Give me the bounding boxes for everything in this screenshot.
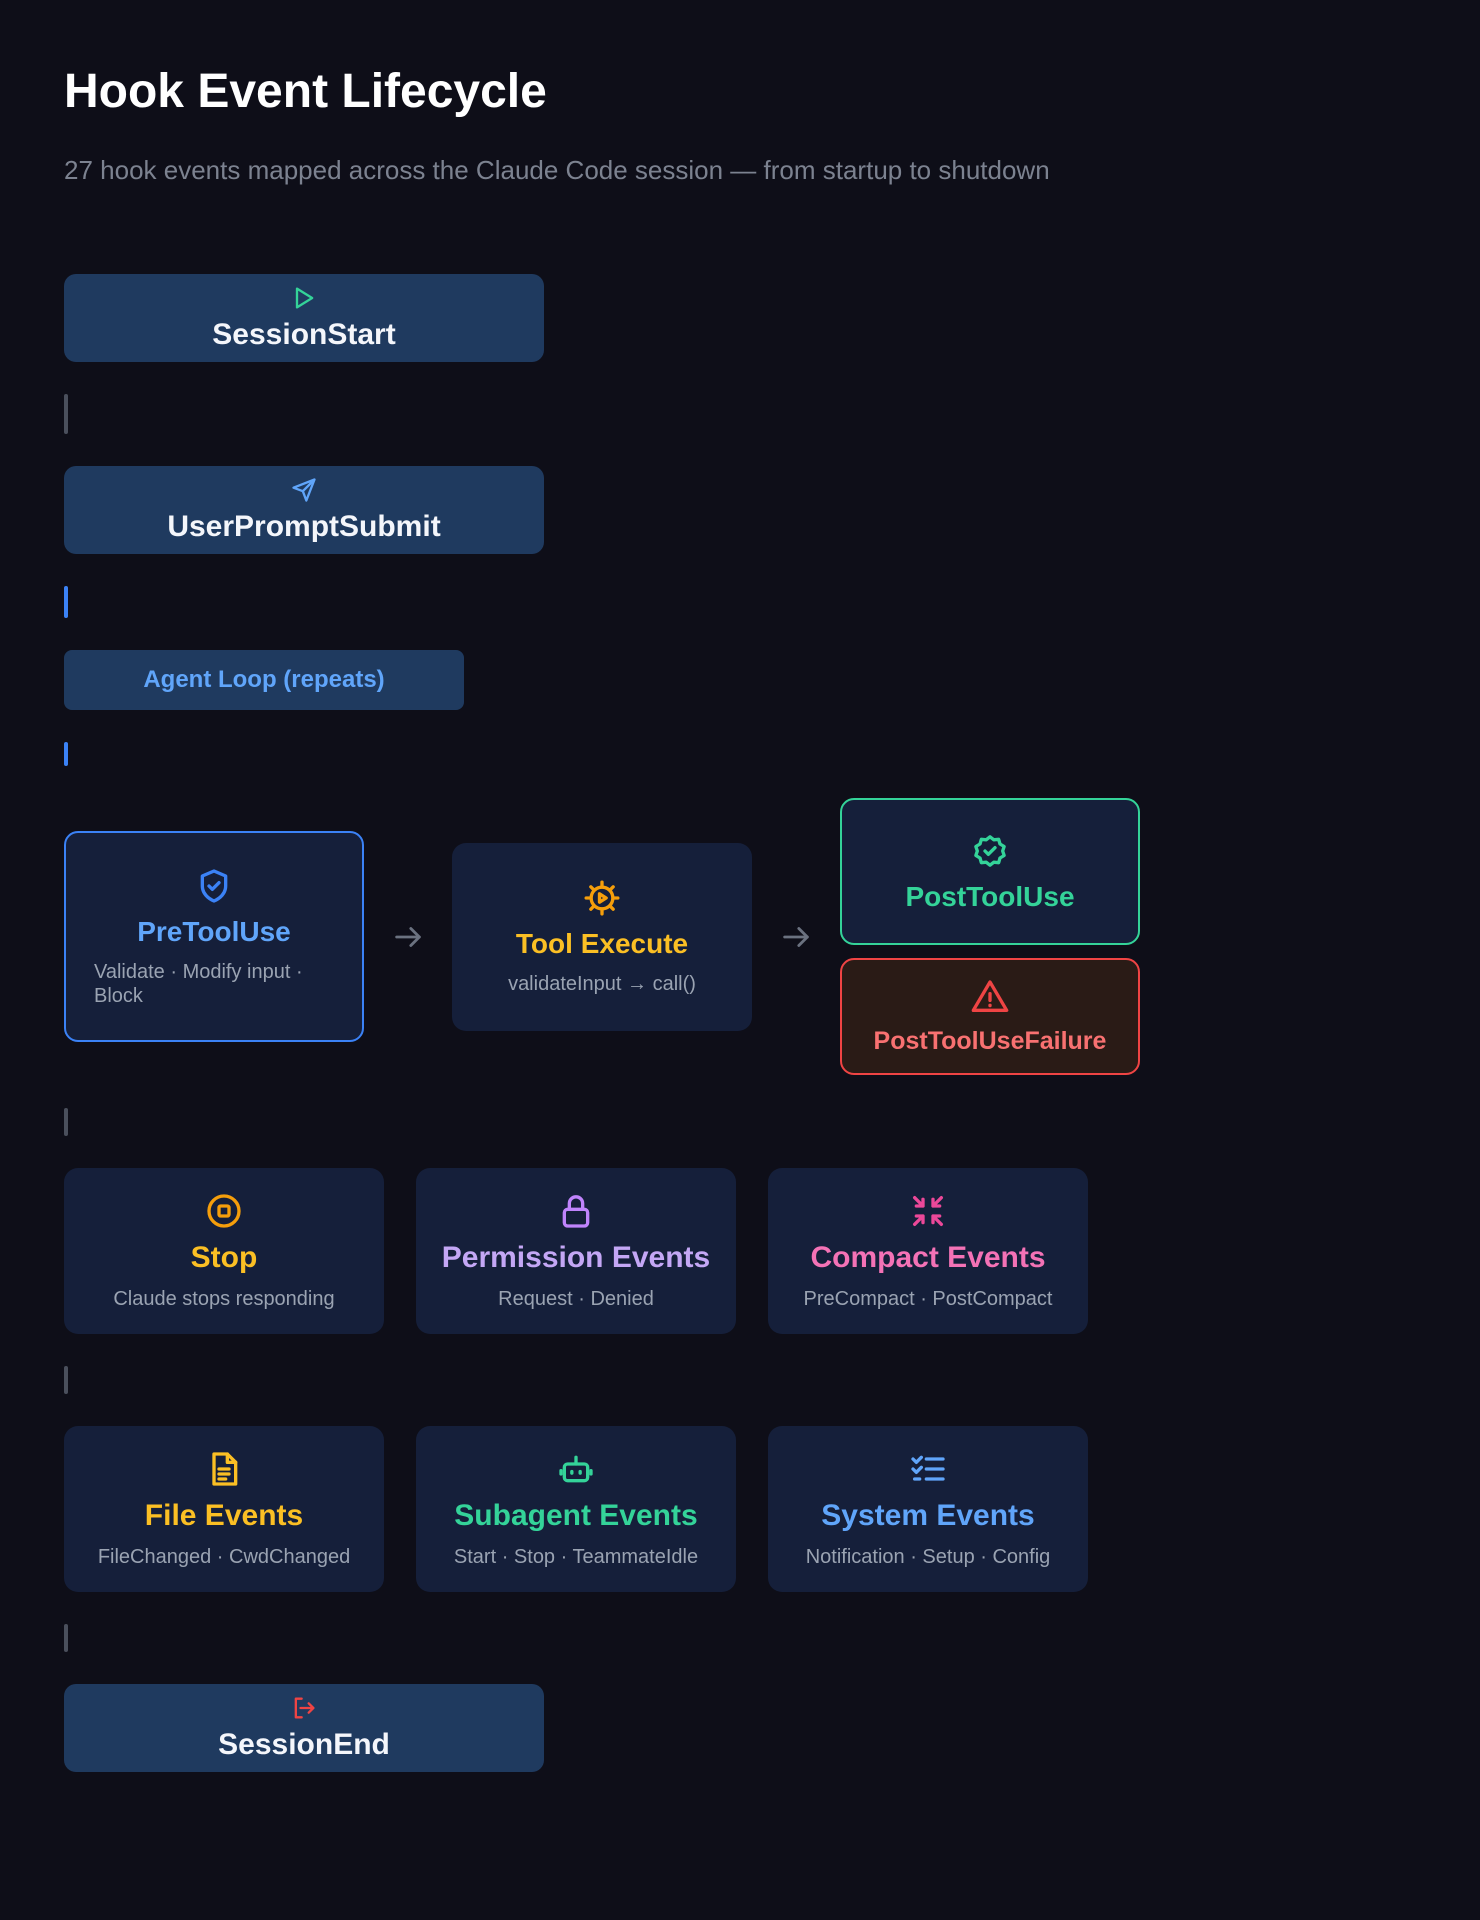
badge-check-icon bbox=[974, 834, 1006, 867]
connector bbox=[64, 1366, 68, 1394]
bot-icon bbox=[559, 1455, 593, 1483]
tool-execute-desc: validateInput → call() bbox=[508, 973, 696, 995]
pre-tool-use-title: PreToolUse bbox=[137, 915, 291, 947]
compress-icon bbox=[913, 1196, 943, 1226]
post-tool-use-card: PostToolUse bbox=[840, 798, 1140, 945]
permission-events-title: Permission Events bbox=[441, 1241, 711, 1274]
session-end-label: SessionEnd bbox=[218, 1728, 390, 1761]
stop-card: Stop Claude stops responding bbox=[64, 1168, 384, 1334]
subagent-events-desc: Start · Stop · TeammateIdle bbox=[453, 1546, 699, 1568]
connector bbox=[64, 742, 68, 766]
file-events-desc: FileChanged · CwdChanged bbox=[97, 1546, 351, 1568]
post-tool-use-title: PostToolUse bbox=[905, 880, 1075, 912]
session-end-node: SessionEnd bbox=[64, 1684, 544, 1772]
permission-events-desc: Request · Denied bbox=[498, 1288, 654, 1310]
post-tool-use-failure-title: PostToolUseFailure bbox=[873, 1027, 1107, 1055]
compact-events-card: Compact Events PreCompact · PostCompact bbox=[768, 1168, 1088, 1334]
system-events-card: System Events Notification · Setup · Con… bbox=[768, 1426, 1088, 1592]
tool-execute-title: Tool Execute bbox=[515, 928, 689, 959]
permission-events-card: Permission Events Request · Denied bbox=[416, 1168, 736, 1334]
arrow-right-icon bbox=[395, 927, 421, 947]
logout-icon bbox=[294, 1697, 315, 1719]
page-subtitle: 27 hook events mapped across the Claude … bbox=[64, 155, 1050, 185]
gear-play-icon bbox=[584, 880, 620, 916]
stop-circle-icon bbox=[207, 1194, 241, 1228]
subagent-events-title: Subagent Events bbox=[454, 1499, 698, 1532]
tool-execute-card: Tool Execute validateInput → call() bbox=[452, 843, 752, 1031]
user-prompt-submit-label: UserPromptSubmit bbox=[167, 510, 441, 543]
post-tool-use-failure-card: PostToolUseFailure bbox=[840, 958, 1140, 1075]
send-icon bbox=[292, 478, 316, 502]
arrow-right-icon bbox=[783, 927, 809, 947]
subagent-events-card: Subagent Events Start · Stop · TeammateI… bbox=[416, 1426, 736, 1592]
shield-check-icon bbox=[200, 868, 228, 903]
file-events-title: File Events bbox=[144, 1499, 304, 1532]
session-start-node: SessionStart bbox=[64, 274, 544, 362]
play-icon bbox=[295, 287, 314, 309]
connector bbox=[64, 394, 68, 434]
checklist-icon bbox=[911, 1455, 945, 1481]
warning-icon bbox=[971, 980, 1009, 1012]
stop-desc: Claude stops responding bbox=[113, 1288, 335, 1310]
pre-tool-use-card: PreToolUse Validate · Modify input · Blo… bbox=[64, 831, 364, 1042]
lock-icon bbox=[562, 1195, 590, 1228]
connector bbox=[64, 586, 68, 618]
system-events-title: System Events bbox=[821, 1499, 1035, 1532]
connector bbox=[64, 1624, 68, 1652]
user-prompt-submit-node: UserPromptSubmit bbox=[64, 466, 544, 554]
file-icon bbox=[212, 1452, 238, 1486]
agent-loop-badge: Agent Loop (repeats) bbox=[64, 650, 464, 710]
file-events-card: File Events FileChanged · CwdChanged bbox=[64, 1426, 384, 1592]
page-title: Hook Event Lifecycle bbox=[64, 65, 547, 118]
compact-events-desc: PreCompact · PostCompact bbox=[803, 1288, 1053, 1310]
stop-title: Stop bbox=[190, 1241, 258, 1274]
compact-events-title: Compact Events bbox=[810, 1241, 1046, 1274]
connector bbox=[64, 1108, 68, 1136]
session-start-label: SessionStart bbox=[212, 318, 396, 351]
pre-tool-use-desc: Validate · Modify input · Block bbox=[94, 960, 303, 1007]
system-events-desc: Notification · Setup · Config bbox=[805, 1546, 1051, 1568]
